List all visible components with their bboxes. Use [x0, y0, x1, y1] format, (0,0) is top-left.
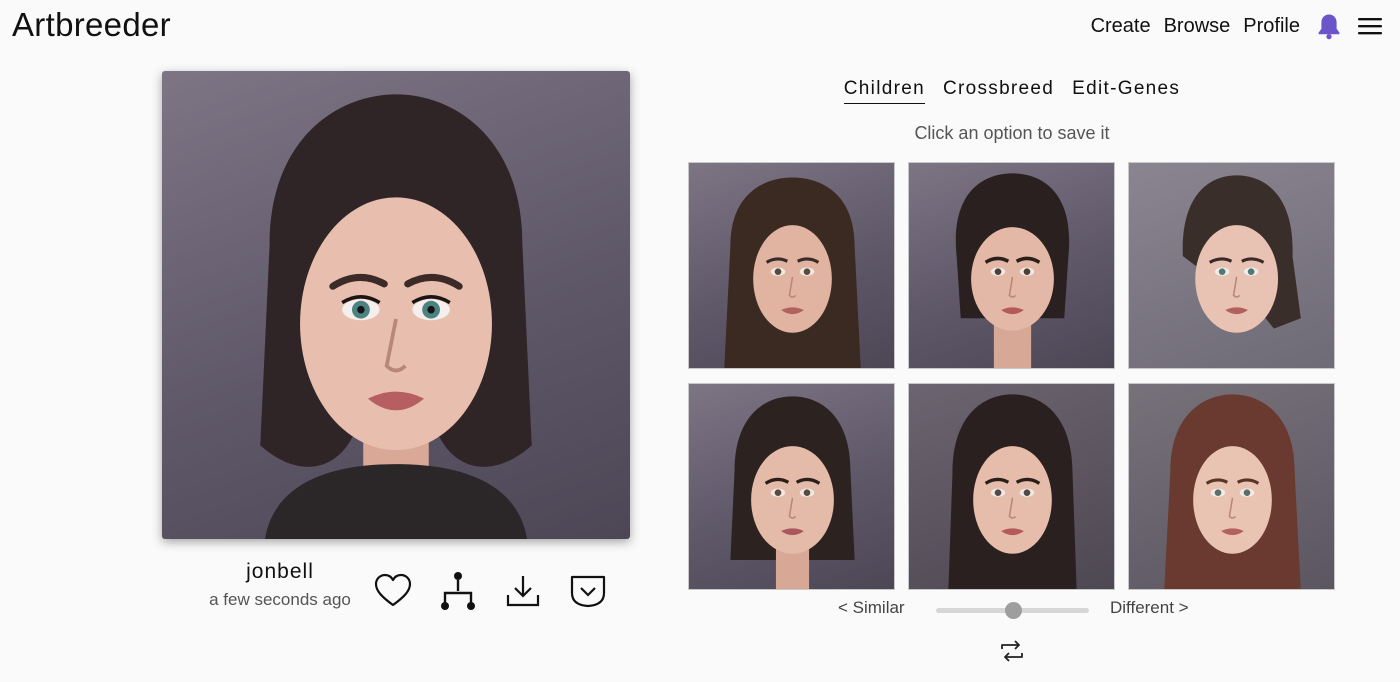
- child-option[interactable]: [1128, 162, 1335, 369]
- tab-edit-genes[interactable]: Edit-Genes: [1072, 78, 1180, 104]
- main-portrait-image: [162, 71, 630, 539]
- similarity-slider[interactable]: [936, 602, 1089, 619]
- child-option[interactable]: [908, 162, 1115, 369]
- bell-icon[interactable]: [1316, 12, 1342, 40]
- similar-label: < Similar: [838, 598, 905, 617]
- nav-browse[interactable]: Browse: [1164, 15, 1231, 38]
- author-username[interactable]: jonbell: [200, 560, 360, 584]
- dropdown-chevron-icon[interactable]: [567, 570, 609, 612]
- artbreeder-logo[interactable]: Artbreeder: [12, 6, 171, 44]
- children-grid: [688, 162, 1336, 590]
- nav-profile[interactable]: Profile: [1243, 15, 1300, 38]
- top-nav: Create Browse Profile: [1091, 12, 1382, 40]
- nav-create[interactable]: Create: [1091, 15, 1151, 38]
- child-option[interactable]: [1128, 383, 1335, 590]
- heart-icon[interactable]: [372, 570, 414, 612]
- panel-tabs: Children Crossbreed Edit-Genes: [688, 78, 1336, 104]
- family-tree-icon[interactable]: [437, 570, 479, 612]
- different-label: Different >: [1110, 598, 1189, 617]
- tab-children[interactable]: Children: [843, 78, 925, 104]
- hamburger-menu-icon[interactable]: [1358, 16, 1382, 36]
- image-actions: [372, 570, 609, 612]
- slider-thumb[interactable]: [1004, 602, 1022, 619]
- author-info: jonbell a few seconds ago: [200, 560, 360, 610]
- child-option[interactable]: [688, 162, 895, 369]
- child-option[interactable]: [908, 383, 1115, 590]
- save-hint: Click an option to save it: [914, 123, 1110, 143]
- post-timestamp: a few seconds ago: [209, 590, 351, 609]
- child-option[interactable]: [688, 383, 895, 590]
- tab-crossbreed[interactable]: Crossbreed: [943, 78, 1054, 104]
- refresh-icon[interactable]: [998, 637, 1026, 665]
- download-icon[interactable]: [502, 570, 544, 612]
